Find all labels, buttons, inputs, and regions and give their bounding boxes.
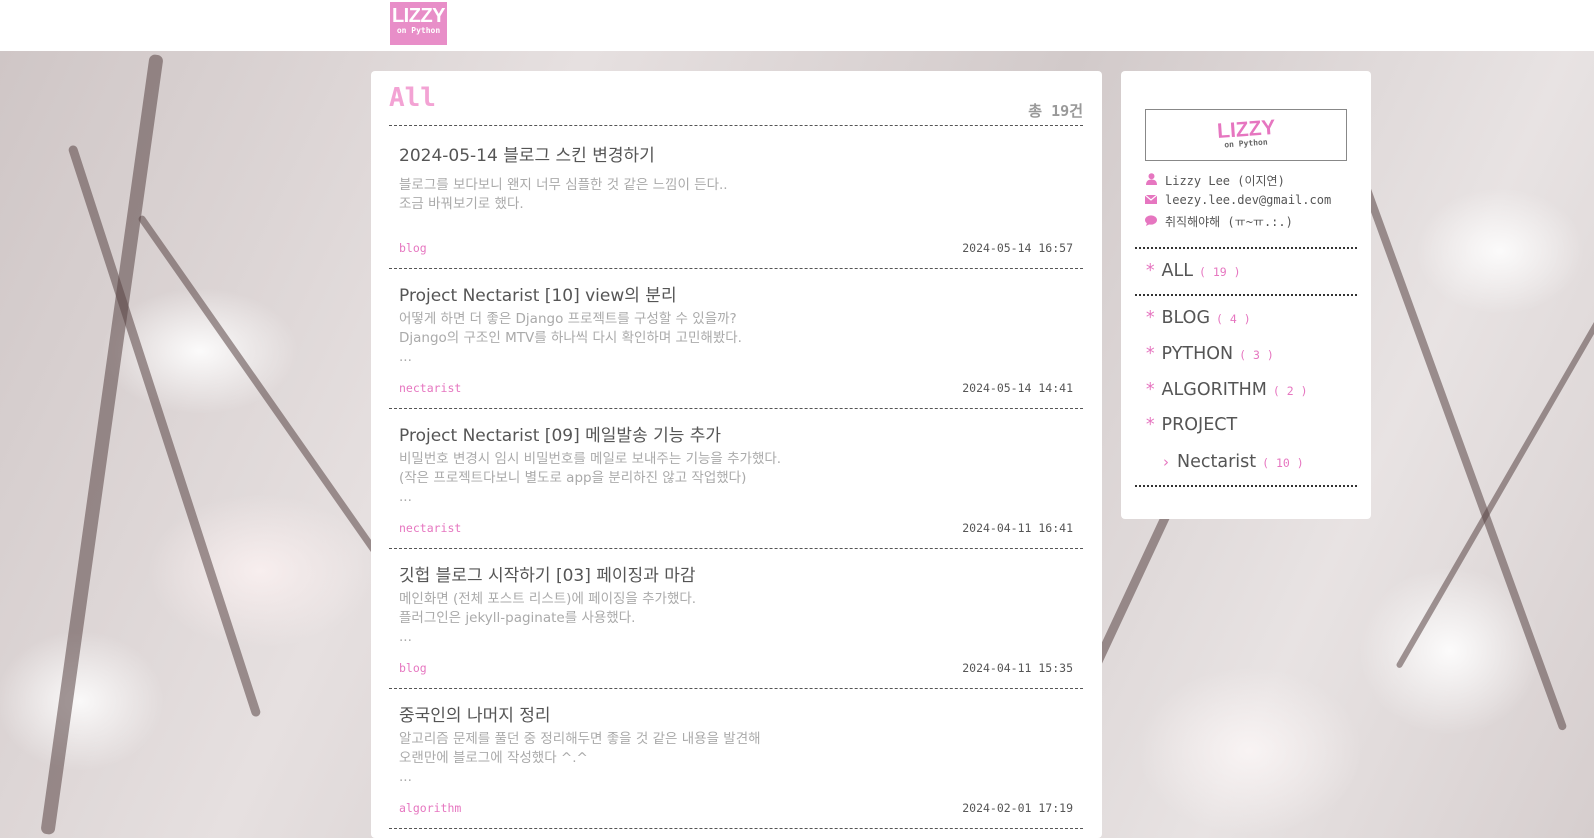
profile-name-row: Lizzy Lee (이지연): [1145, 172, 1285, 189]
post-item[interactable]: Project Nectarist [10] view의 분리 어떻게 하면 더…: [389, 268, 1083, 409]
post-tag[interactable]: blog: [399, 241, 427, 255]
category-count: ( 2 ): [1272, 384, 1308, 398]
post-item[interactable]: 깃헙 블로그 시작하기 [03] 페이징과 마감 메인화면 (전체 포스트 리스…: [389, 548, 1083, 689]
star-icon: *: [1145, 261, 1156, 281]
category-label: PROJECT: [1161, 415, 1238, 435]
subcategory-label: Nectarist: [1177, 452, 1257, 472]
post-excerpt: 어떻게 하면 더 좋은 Django 프로젝트를 구성할 수 있을까? Djan…: [399, 311, 742, 365]
star-icon: *: [1145, 344, 1156, 364]
profile-email-row: leezy.lee.dev@gmail.com: [1144, 193, 1331, 207]
category-all[interactable]: * ALL ( 19 ): [1145, 261, 1241, 281]
post-list-panel: All 총 19건 2024-05-14 블로그 스킨 변경하기 블로그를 보다…: [371, 71, 1102, 838]
category-label: BLOG: [1161, 308, 1211, 328]
sidebar-logo: LIZZY on Python: [1145, 109, 1347, 161]
category-python[interactable]: * PYTHON ( 3 ): [1145, 344, 1274, 364]
profile-status-row: 취직해야해 (ㅠ~ㅠ.:.): [1145, 213, 1293, 230]
sidebar: LIZZY on Python Lizzy Lee (이지연) leezy.le…: [1121, 71, 1371, 519]
category-count: ( 4 ): [1216, 312, 1251, 326]
category-project[interactable]: * PROJECT: [1145, 415, 1243, 435]
post-date: 2024-02-01 17:19: [962, 801, 1073, 815]
sidebar-divider: [1135, 485, 1357, 487]
post-count: 총 19건: [1028, 102, 1083, 120]
star-icon: *: [1145, 415, 1156, 435]
sidebar-divider: [1135, 294, 1357, 296]
post-date: 2024-05-14 14:41: [962, 381, 1073, 395]
category-label: ALL: [1161, 261, 1194, 281]
post-excerpt: 블로그를 보다보니 왠지 너무 심플한 것 같은 느낌이 든다.. 조금 바꿔보…: [399, 177, 728, 212]
page-title: All: [389, 83, 436, 113]
category-algorithm[interactable]: * ALGORITHM ( 2 ): [1145, 380, 1308, 400]
star-icon: *: [1145, 308, 1156, 328]
category-count: ( 3 ): [1239, 348, 1274, 362]
category-count: ( 19 ): [1199, 265, 1241, 279]
post-tag[interactable]: nectarist: [399, 381, 461, 395]
post-excerpt: 메인화면 (전체 포스트 리스트)에 페이징을 추가했다. 플러그인은 jeky…: [399, 591, 697, 645]
post-title[interactable]: 중국인의 나머지 정리: [399, 701, 551, 726]
post-title[interactable]: Project Nectarist [09] 메일발송 기능 추가: [399, 421, 721, 446]
post-title[interactable]: 2024-05-14 블로그 스킨 변경하기: [399, 141, 655, 166]
category-blog[interactable]: * BLOG ( 4 ): [1145, 308, 1251, 328]
logo-text: LIZZY: [391, 5, 446, 27]
post-excerpt: 비밀번호 변경시 임시 비밀번호를 메일로 보내주는 기능을 추가했다. (작은…: [399, 451, 782, 505]
post-title[interactable]: Project Nectarist [10] view의 분리: [399, 281, 677, 306]
post-tag[interactable]: algorithm: [399, 801, 461, 815]
profile-email[interactable]: leezy.lee.dev@gmail.com: [1165, 193, 1331, 207]
site-logo[interactable]: LIZZY on Python: [390, 2, 447, 45]
sidebar-divider: [1135, 247, 1357, 249]
post-date: 2024-04-11 16:41: [962, 521, 1073, 535]
category-label: ALGORITHM: [1161, 380, 1267, 400]
category-label: PYTHON: [1161, 344, 1234, 364]
post-title[interactable]: 깃헙 블로그 시작하기 [03] 페이징과 마감: [399, 561, 696, 586]
post-date: 2024-05-14 16:57: [962, 241, 1073, 255]
subcategory-nectarist[interactable]: › Nectarist ( 10 ): [1163, 452, 1304, 472]
post-item[interactable]: 중국인의 나머지 정리 알고리즘 문제를 풀던 중 정리해두면 좋을 것 같은 …: [389, 688, 1083, 829]
chat-bubble-icon: [1145, 215, 1157, 229]
post-date: 2024-04-11 15:35: [962, 661, 1073, 675]
profile-status: 취직해야해 (ㅠ~ㅠ.:.): [1165, 215, 1293, 229]
post-list-header: All 총 19건: [389, 83, 1083, 126]
star-icon: *: [1145, 380, 1156, 400]
subcategory-count: ( 10 ): [1262, 456, 1304, 470]
post-item[interactable]: Project Nectarist [09] 메일발송 기능 추가 비밀번호 변…: [389, 408, 1083, 549]
envelope-icon: [1144, 193, 1158, 207]
post-tag[interactable]: blog: [399, 661, 427, 675]
profile-name: Lizzy Lee (이지연): [1165, 174, 1285, 188]
top-navbar: LIZZY on Python: [0, 0, 1594, 51]
post-item[interactable]: 2024-05-14 블로그 스킨 변경하기 블로그를 보다보니 왠지 너무 심…: [389, 128, 1083, 269]
post-excerpt: 알고리즘 문제를 풀던 중 정리해두면 좋을 것 같은 내용을 발견해 오랜만에…: [399, 731, 761, 785]
post-tag[interactable]: nectarist: [399, 521, 461, 535]
user-icon: [1145, 173, 1157, 188]
logo-subtext: on Python: [396, 26, 441, 35]
chevron-right-icon: ›: [1163, 453, 1169, 471]
